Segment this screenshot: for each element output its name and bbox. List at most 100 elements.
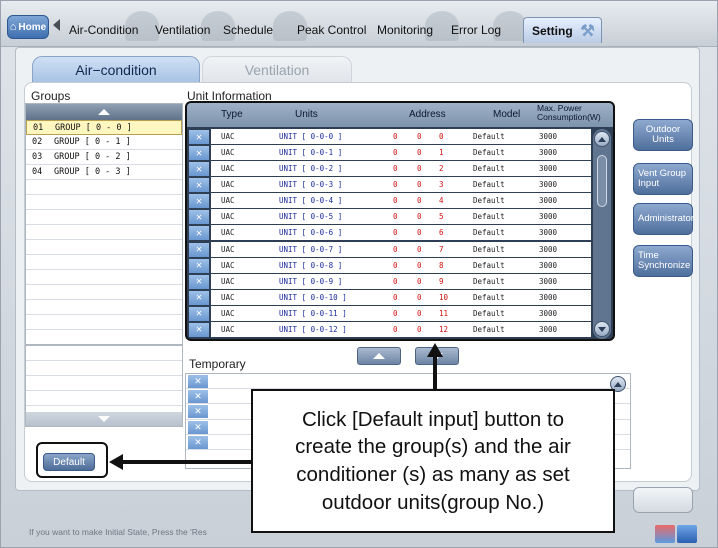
power-cell: 3000 (539, 212, 558, 222)
row-cells: UAC UNIT [ 0-0-4 ] 0 0 4 Default 3000 (211, 193, 591, 209)
group-list-item[interactable] (26, 255, 182, 270)
unit-table-header: Type Units Address Model Max. Power Cons… (187, 103, 613, 127)
close-icon[interactable]: ✕ (188, 420, 208, 434)
table-row[interactable]: ✕ UAC UNIT [ 0-0-1 ] 0 0 1 Default 3000 (187, 145, 613, 161)
close-icon[interactable]: ✕ (189, 258, 209, 273)
close-icon[interactable]: ✕ (189, 306, 209, 321)
address-cell: 3 (439, 180, 444, 190)
address-cell: 0 (393, 196, 398, 206)
power-cell: 3000 (539, 324, 558, 334)
row-cells: UAC UNIT [ 0-0-1 ] 0 0 1 Default 3000 (211, 145, 591, 161)
groups-scroll-down-button[interactable] (26, 412, 182, 426)
address-cell: 0 (393, 180, 398, 190)
group-list-item[interactable] (26, 210, 182, 225)
vent-group-input-button[interactable]: Vent Group Input (633, 163, 693, 195)
close-icon[interactable]: ✕ (189, 194, 209, 209)
close-icon[interactable]: ✕ (189, 210, 209, 225)
table-row[interactable]: ✕ UAC UNIT [ 0-0-0 ] 0 0 0 Default 3000 (187, 129, 613, 145)
group-list-item[interactable]: 02 GROUP [ 0 - 1 ] (26, 135, 182, 150)
group-list-item[interactable]: 01 GROUP [ 0 - 0 ] (26, 120, 182, 135)
model-cell: Default (473, 324, 505, 334)
groups-scroll-up-button[interactable] (26, 104, 182, 120)
chevron-up-icon (98, 109, 110, 115)
table-row[interactable]: ✕ UAC UNIT [ 0-0-2 ] 0 0 2 Default 3000 (187, 161, 613, 177)
monitor-icon[interactable] (677, 525, 697, 543)
table-row[interactable]: ✕ UAC UNIT [ 0-0-6 ] 0 0 6 Default 3000 (187, 225, 613, 241)
group-list-item[interactable] (26, 270, 182, 285)
network-icon[interactable] (655, 525, 675, 543)
tab-error-log[interactable]: Error Log (447, 11, 527, 43)
group-list-item[interactable]: 03 GROUP [ 0 - 2 ] (26, 150, 182, 165)
home-icon: ⌂ (9, 20, 17, 33)
model-cell: Default (473, 148, 505, 158)
group-list-item[interactable] (26, 195, 182, 210)
unit-table-scroll-down-button[interactable] (594, 321, 610, 337)
group-list-item[interactable] (26, 315, 182, 330)
address-cell: 0 (417, 292, 422, 302)
temporary-row: ✕ (186, 374, 630, 390)
move-up-button[interactable] (357, 347, 401, 365)
close-icon[interactable]: ✕ (189, 146, 209, 161)
subtab-air-condition[interactable]: Air−condition (32, 56, 200, 82)
table-row[interactable]: ✕ UAC UNIT [ 0-0-8 ] 0 0 8 Default 3000 (187, 257, 613, 274)
table-row[interactable]: ✕ UAC UNIT [ 0-0-4 ] 0 0 4 Default 3000 (187, 193, 613, 209)
table-row[interactable]: ✕ UAC UNIT [ 0-0-7 ] 0 0 7 Default 3000 (187, 241, 613, 258)
groups-list: 01 GROUP [ 0 - 0 ] 02 GROUP [ 0 - 1 ] 03 GROU… (25, 103, 183, 345)
model-cell: Default (473, 228, 505, 238)
outdoor-units-button[interactable]: Outdoor Units (633, 119, 693, 151)
subtab-ventilation[interactable]: Ventilation (202, 56, 352, 82)
time-synchronize-button[interactable]: Time Synchronize (633, 245, 693, 277)
unit-table-scrollbar[interactable] (593, 129, 611, 339)
table-row[interactable]: ✕ UAC UNIT [ 0-0-3 ] 0 0 3 Default 3000 (187, 177, 613, 193)
close-icon[interactable]: ✕ (188, 390, 208, 404)
group-list-item[interactable] (26, 300, 182, 315)
group-list-item[interactable] (26, 180, 182, 195)
reset-button[interactable] (633, 487, 693, 513)
tab-setting[interactable]: Setting ⚒ (523, 17, 602, 43)
tab-peak-control[interactable]: Peak Control (293, 17, 370, 43)
table-row[interactable]: ✕ UAC UNIT [ 0-0-11 ] 0 0 11 Default 3000 (187, 305, 613, 322)
close-icon[interactable]: ✕ (188, 375, 208, 388)
group-list-item[interactable] (26, 240, 182, 255)
unit-cell: UNIT [ 0-0-10 ] (279, 292, 347, 302)
row-cells: UAC UNIT [ 0-0-8 ] 0 0 8 Default 3000 (211, 257, 591, 273)
table-row[interactable]: ✕ UAC UNIT [ 0-0-12 ] 0 0 12 Default 3000 (187, 321, 613, 338)
group-list-item[interactable] (26, 285, 182, 300)
row-cells: UAC UNIT [ 0-0-5 ] 0 0 5 Default 3000 (211, 209, 591, 225)
unit-information-table: Type Units Address Model Max. Power Cons… (185, 101, 615, 341)
nav-back-arrow-icon[interactable] (53, 19, 60, 31)
close-icon[interactable]: ✕ (188, 435, 208, 449)
close-icon[interactable]: ✕ (189, 130, 209, 144)
type-cell: UAC (221, 148, 235, 158)
address-cell: 0 (417, 212, 422, 222)
type-cell: UAC (221, 244, 235, 254)
close-icon[interactable]: ✕ (188, 405, 208, 419)
model-cell: Default (473, 276, 505, 286)
close-icon[interactable]: ✕ (189, 178, 209, 193)
table-row[interactable]: ✕ UAC UNIT [ 0-0-10 ] 0 0 10 Default 3000 (187, 289, 613, 306)
tab-monitoring[interactable]: Monitoring (373, 11, 459, 43)
close-icon[interactable]: ✕ (189, 274, 209, 289)
table-row[interactable]: ✕ UAC UNIT [ 0-0-5 ] 0 0 5 Default 3000 (187, 209, 613, 225)
unit-table-scroll-up-button[interactable] (594, 131, 610, 147)
power-cell: 3000 (539, 276, 558, 286)
close-icon[interactable]: ✕ (189, 226, 209, 241)
tab-air-condition[interactable]: Air-Condition (65, 11, 159, 43)
group-number: 01 (33, 122, 44, 133)
group-list-item[interactable] (26, 225, 182, 240)
close-icon[interactable]: ✕ (189, 290, 209, 305)
administrator-button[interactable]: Administrator (633, 203, 694, 235)
group-list-item[interactable]: 04 GROUP [ 0 - 3 ] (26, 165, 182, 180)
tab-ventilation[interactable]: Ventilation (151, 11, 235, 43)
row-cells: UAC UNIT [ 0-0-12 ] 0 0 12 Default 3000 (211, 321, 591, 337)
tab-schedule[interactable]: Schedule (219, 11, 307, 43)
address-cell: 0 (417, 260, 422, 270)
close-icon[interactable]: ✕ (189, 322, 209, 337)
table-row[interactable]: ✕ UAC UNIT [ 0-0-9 ] 0 0 9 Default 3000 (187, 273, 613, 290)
close-icon[interactable]: ✕ (189, 162, 209, 177)
unit-table-scroll-thumb[interactable] (597, 155, 607, 207)
home-button[interactable]: ⌂ Home (7, 15, 49, 39)
row-cells: UAC UNIT [ 0-0-0 ] 0 0 0 Default 3000 (211, 129, 591, 144)
close-icon[interactable]: ✕ (189, 242, 209, 257)
unit-cell: UNIT [ 0-0-3 ] (279, 180, 343, 190)
